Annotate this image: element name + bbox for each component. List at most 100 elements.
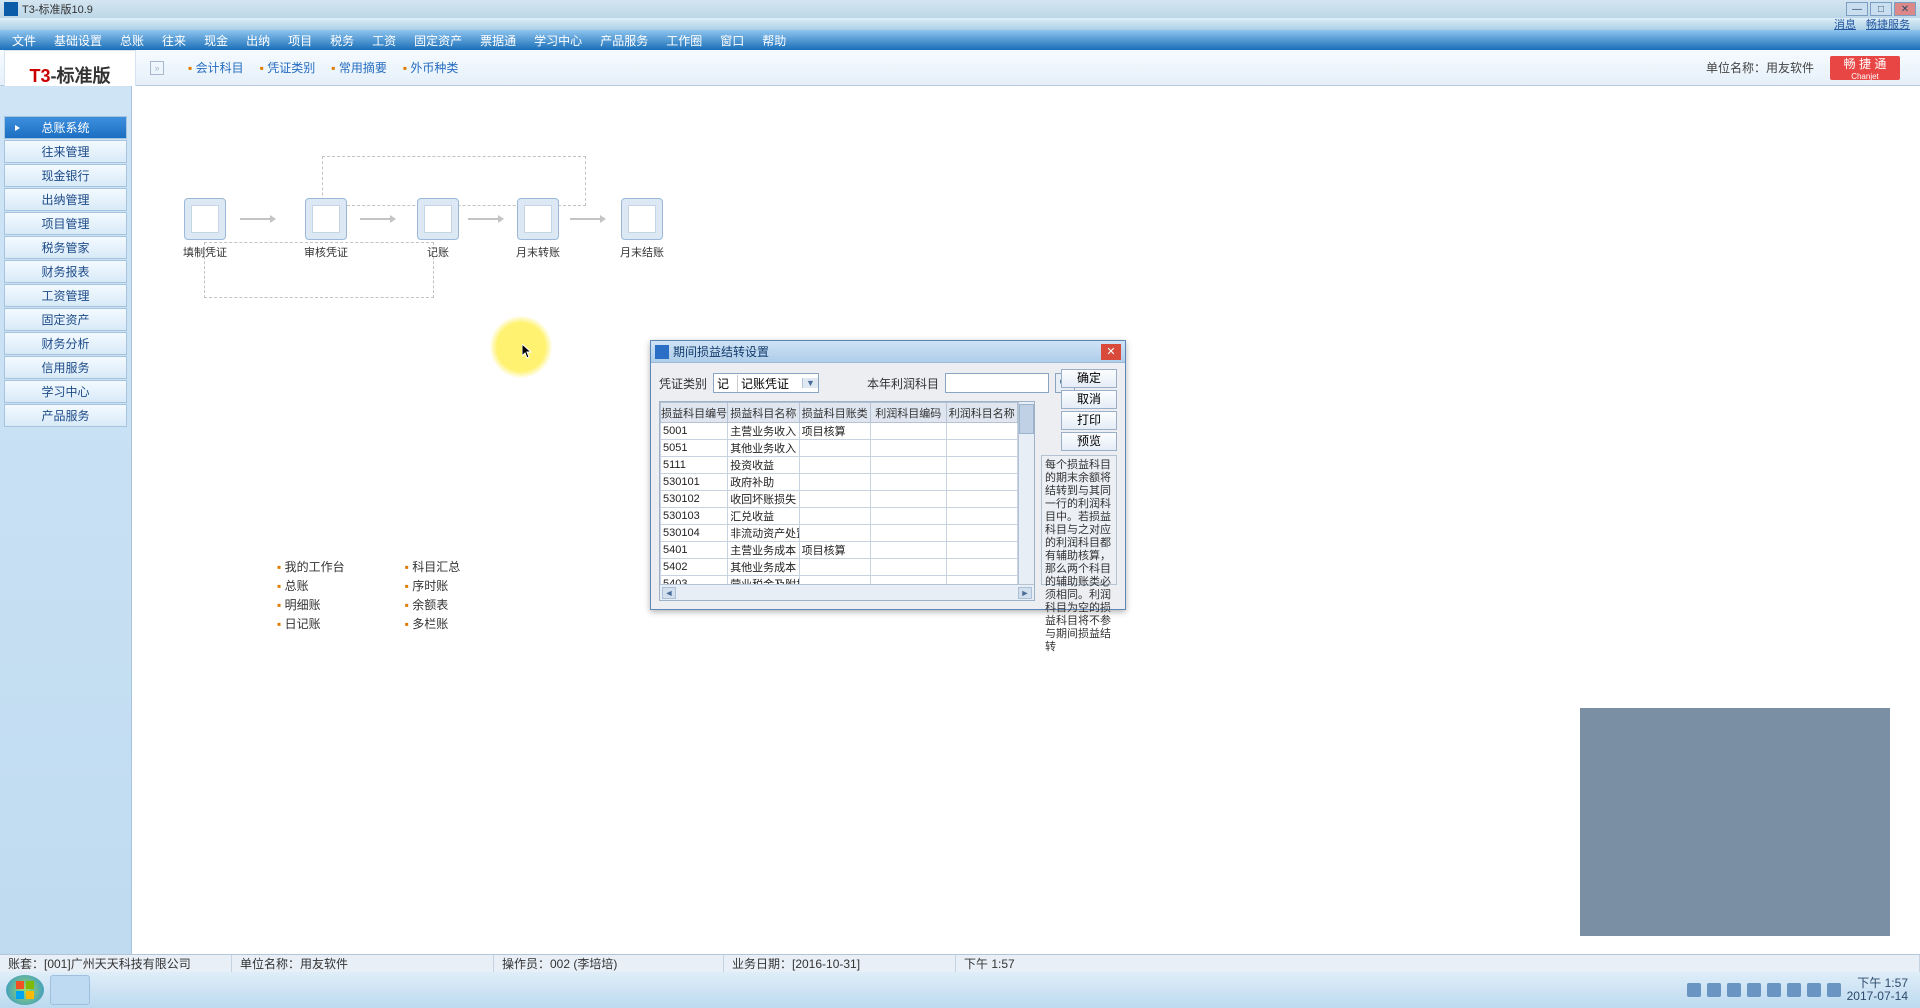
- menu-cash[interactable]: 现金: [198, 30, 234, 51]
- menu-bills[interactable]: 票据通: [474, 30, 522, 51]
- menu-general-ledger[interactable]: 总账: [114, 30, 150, 51]
- sidebar-item-reports[interactable]: 财务报表: [4, 260, 127, 283]
- vertical-scrollbar[interactable]: [1018, 402, 1034, 584]
- horizontal-scrollbar[interactable]: ◄ ►: [660, 584, 1034, 600]
- table-cell[interactable]: [799, 525, 870, 542]
- table-cell[interactable]: [799, 508, 870, 525]
- tray-icon[interactable]: [1767, 983, 1781, 997]
- table-cell[interactable]: [946, 440, 1017, 457]
- sidebar-item-project[interactable]: 项目管理: [4, 212, 127, 235]
- ql-general-ledger[interactable]: 总账: [277, 577, 345, 594]
- table-cell[interactable]: [799, 474, 870, 491]
- maximize-button[interactable]: □: [1870, 2, 1892, 16]
- table-cell[interactable]: [799, 457, 870, 474]
- sidebar-item-fixed-assets[interactable]: 固定资产: [4, 308, 127, 331]
- table-cell[interactable]: [870, 474, 946, 491]
- sidebar-item-product-service[interactable]: 产品服务: [4, 404, 127, 427]
- tray-clock[interactable]: 下午 1:57 2017-07-14: [1847, 977, 1908, 1003]
- table-cell[interactable]: 其他业务成本: [728, 559, 799, 576]
- table-cell[interactable]: 非流动资产处置: [728, 525, 799, 542]
- ql-account-summary[interactable]: 科目汇总: [405, 558, 461, 575]
- sidebar-item-tax[interactable]: 税务管家: [4, 236, 127, 259]
- table-cell[interactable]: 项目核算: [799, 542, 870, 559]
- workflow-node-n2[interactable]: 审核凭证: [296, 198, 356, 260]
- table-cell[interactable]: 汇兑收益: [728, 508, 799, 525]
- table-cell[interactable]: [946, 542, 1017, 559]
- table-row[interactable]: 5401主营业务成本项目核算: [661, 542, 1018, 559]
- table-cell[interactable]: [799, 440, 870, 457]
- sidebar-item-credit[interactable]: 信用服务: [4, 356, 127, 379]
- menu-learning[interactable]: 学习中心: [528, 30, 588, 51]
- menu-project[interactable]: 项目: [282, 30, 318, 51]
- ql-chrono-ledger[interactable]: 序时账: [405, 577, 461, 594]
- table-cell[interactable]: [946, 508, 1017, 525]
- table-row[interactable]: 530103汇兑收益: [661, 508, 1018, 525]
- voucher-type-select[interactable]: 记 记账凭证 ▼: [713, 373, 819, 393]
- table-cell[interactable]: [946, 457, 1017, 474]
- table-cell[interactable]: [870, 576, 946, 585]
- sidebar-item-learning[interactable]: 学习中心: [4, 380, 127, 403]
- sidebar-item-payroll[interactable]: 工资管理: [4, 284, 127, 307]
- table-cell[interactable]: 项目核算: [799, 423, 870, 440]
- ql-journal[interactable]: 日记账: [277, 615, 345, 632]
- table-cell[interactable]: 5403: [661, 576, 728, 585]
- menu-payroll[interactable]: 工资: [366, 30, 402, 51]
- table-cell[interactable]: [799, 559, 870, 576]
- table-cell[interactable]: 投资收益: [728, 457, 799, 474]
- table-cell[interactable]: 5111: [661, 457, 728, 474]
- table-cell[interactable]: [870, 457, 946, 474]
- menu-file[interactable]: 文件: [6, 30, 42, 51]
- table-cell[interactable]: 5051: [661, 440, 728, 457]
- print-button[interactable]: 打印: [1061, 411, 1117, 430]
- table-row[interactable]: 530104非流动资产处置: [661, 525, 1018, 542]
- col-pl-name[interactable]: 损益科目名称: [728, 403, 799, 423]
- tray-icon[interactable]: [1827, 983, 1841, 997]
- ok-button[interactable]: 确定: [1061, 369, 1117, 388]
- table-cell[interactable]: [946, 576, 1017, 585]
- table-row[interactable]: 530102收回坏账损失: [661, 491, 1018, 508]
- menu-window[interactable]: 窗口: [714, 30, 750, 51]
- sidebar-item-fin-analysis[interactable]: 财务分析: [4, 332, 127, 355]
- table-cell[interactable]: [799, 576, 870, 585]
- table-cell[interactable]: [799, 491, 870, 508]
- link-messages[interactable]: 消息: [1834, 16, 1856, 32]
- table-cell[interactable]: [870, 491, 946, 508]
- table-row[interactable]: 5402其他业务成本: [661, 559, 1018, 576]
- ql-multi-column[interactable]: 多栏账: [405, 615, 461, 632]
- taskbar-app-1[interactable]: [50, 975, 90, 1005]
- workflow-node-n4[interactable]: 月末转账: [508, 198, 568, 260]
- col-pl-code[interactable]: 损益科目编号: [661, 403, 728, 423]
- table-cell[interactable]: [946, 474, 1017, 491]
- table-cell[interactable]: 530104: [661, 525, 728, 542]
- col-pl-type[interactable]: 损益科目账类: [799, 403, 870, 423]
- link-common-summary[interactable]: 常用摘要: [331, 59, 387, 76]
- ql-detail-ledger[interactable]: 明细账: [277, 596, 345, 613]
- menu-product-service[interactable]: 产品服务: [594, 30, 654, 51]
- profit-account-input[interactable]: [945, 373, 1049, 393]
- preview-button[interactable]: 预览: [1061, 432, 1117, 451]
- table-cell[interactable]: 营业税金及附加: [728, 576, 799, 585]
- table-cell[interactable]: [870, 525, 946, 542]
- menu-workcircle[interactable]: 工作圈: [660, 30, 708, 51]
- menu-ar-ap[interactable]: 往来: [156, 30, 192, 51]
- col-profit-name[interactable]: 利润科目名称: [946, 403, 1017, 423]
- table-cell[interactable]: [870, 559, 946, 576]
- tray-icon[interactable]: [1747, 983, 1761, 997]
- table-cell[interactable]: 其他业务收入: [728, 440, 799, 457]
- start-button[interactable]: [6, 975, 44, 1005]
- table-cell[interactable]: 530102: [661, 491, 728, 508]
- table-cell[interactable]: 530101: [661, 474, 728, 491]
- dropdown-icon[interactable]: ▼: [802, 378, 818, 388]
- menu-tax[interactable]: 税务: [324, 30, 360, 51]
- table-cell[interactable]: 5401: [661, 542, 728, 559]
- sidebar-item-cashier[interactable]: 出纳管理: [4, 188, 127, 211]
- link-service[interactable]: 畅捷服务: [1866, 16, 1910, 32]
- tray-icon[interactable]: [1687, 983, 1701, 997]
- scrollbar-thumb[interactable]: [1019, 404, 1034, 434]
- menu-cashier[interactable]: 出纳: [240, 30, 276, 51]
- table-cell[interactable]: 政府补助: [728, 474, 799, 491]
- table-cell[interactable]: [946, 525, 1017, 542]
- dialog-close-button[interactable]: ✕: [1101, 344, 1121, 360]
- menu-help[interactable]: 帮助: [756, 30, 792, 51]
- table-cell[interactable]: 5001: [661, 423, 728, 440]
